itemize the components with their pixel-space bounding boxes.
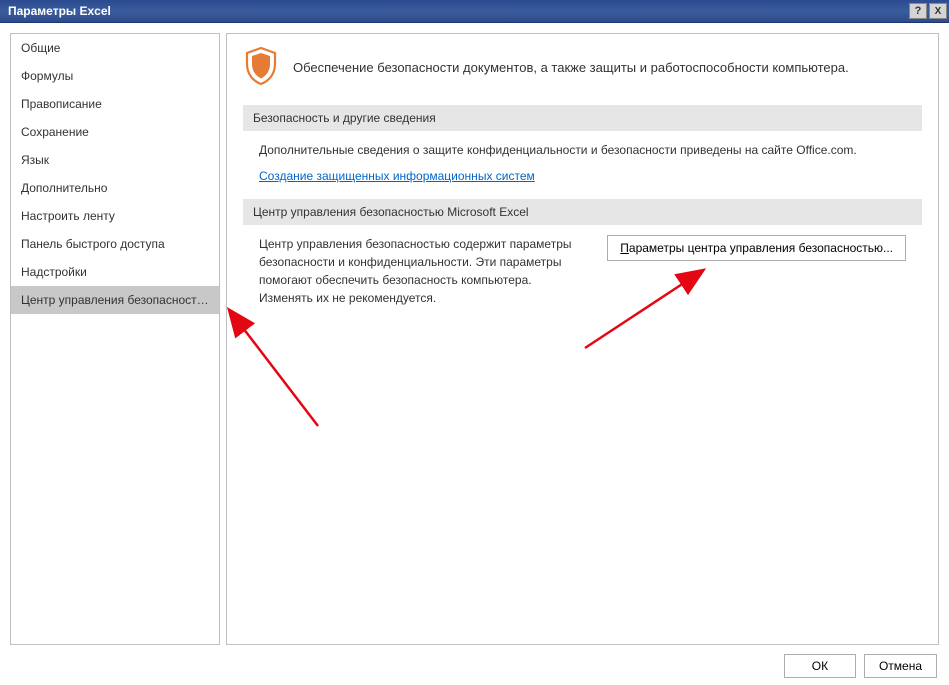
sidebar-item-formulas[interactable]: Формулы: [11, 62, 219, 90]
dialog-footer: ОК Отмена: [0, 645, 949, 685]
sidebar-item-language[interactable]: Язык: [11, 146, 219, 174]
sidebar-item-addins[interactable]: Надстройки: [11, 258, 219, 286]
shield-icon: [243, 46, 279, 89]
help-button[interactable]: ?: [909, 3, 927, 19]
sidebar-item-advanced[interactable]: Дополнительно: [11, 174, 219, 202]
trust-center-text: Центр управления безопасностью содержит …: [259, 235, 587, 307]
close-icon: X: [935, 6, 942, 17]
titlebar-buttons: ? X: [909, 3, 947, 19]
section-header-security-info: Безопасность и другие сведения: [243, 105, 922, 131]
trust-center-settings-button[interactable]: Параметры центра управления безопасность…: [607, 235, 906, 261]
security-info-text: Дополнительные сведения о защите конфиде…: [259, 141, 906, 159]
window-title: Параметры Excel: [8, 4, 111, 18]
trust-button-rest: араметры центра управления безопасностью…: [629, 241, 893, 255]
intro-text: Обеспечение безопасности документов, а т…: [293, 60, 849, 75]
ok-button[interactable]: ОК: [784, 654, 856, 678]
sidebar-item-customize-ribbon[interactable]: Настроить ленту: [11, 202, 219, 230]
close-button[interactable]: X: [929, 3, 947, 19]
section-header-trust-center: Центр управления безопасностью Microsoft…: [243, 199, 922, 225]
titlebar: Параметры Excel ? X: [0, 0, 949, 23]
sidebar-item-trust-center[interactable]: Центр управления безопасностью: [11, 286, 219, 314]
sidebar-item-quick-access[interactable]: Панель быстрого доступа: [11, 230, 219, 258]
trusted-systems-link[interactable]: Создание защищенных информационных систе…: [259, 167, 535, 185]
sidebar-item-proofing[interactable]: Правописание: [11, 90, 219, 118]
help-icon: ?: [915, 5, 922, 17]
cancel-button[interactable]: Отмена: [864, 654, 937, 678]
sidebar: Общие Формулы Правописание Сохранение Яз…: [10, 33, 220, 645]
sidebar-item-general[interactable]: Общие: [11, 34, 219, 62]
sidebar-item-save[interactable]: Сохранение: [11, 118, 219, 146]
content-panel: Обеспечение безопасности документов, а т…: [226, 33, 939, 645]
